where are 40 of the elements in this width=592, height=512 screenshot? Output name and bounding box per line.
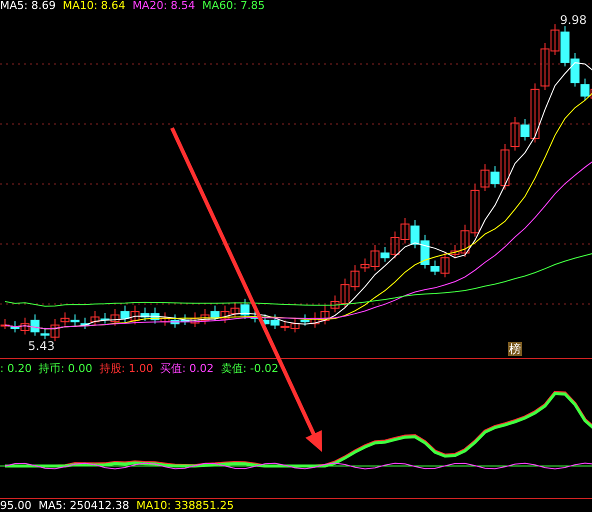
indicator-legend-text: 卖值: -0.02: [220, 362, 278, 375]
volume-legend-text: MA5: 250412.38: [38, 500, 130, 512]
candlestick: [70, 314, 80, 326]
candlestick: [220, 305, 230, 324]
candlestick: [160, 312, 170, 326]
candlestick: [80, 317, 90, 330]
candlestick: [170, 314, 180, 328]
volume-legend-text: MA10: 338851.25: [136, 500, 234, 512]
candlestick: [180, 314, 190, 326]
candlestick: [410, 220, 420, 249]
ma-legend-text: MA5: 8.69: [0, 0, 56, 12]
high-price-label: 9.98: [560, 14, 587, 27]
candlestick: [400, 218, 410, 244]
candlestick: [90, 310, 100, 326]
candlestick: [230, 302, 240, 318]
volume-legend-text: 95.00: [0, 500, 32, 512]
candlestick: [140, 307, 150, 322]
candlestick: [0, 318, 10, 330]
rank-badge: 榜: [508, 342, 522, 356]
indicator-legend-text: : 0.20: [0, 362, 32, 375]
indicator-legend-text: 买值: 0.02: [160, 362, 214, 375]
candlestick: [300, 314, 310, 326]
candlestick: [190, 312, 200, 328]
candlestick: [280, 320, 290, 332]
candlestick: [210, 305, 220, 322]
low-price-label: 5.43: [28, 340, 55, 353]
ma-legend-text: MA10: 8.64: [62, 0, 126, 12]
candlestick: [270, 314, 280, 330]
ma-legend-text: MA20: 8.54: [132, 0, 196, 12]
candlestick: [290, 317, 300, 333]
candlestick: [320, 305, 330, 325]
candlestick: [150, 307, 160, 324]
candlestick: [310, 312, 320, 328]
indicator-legend-text: 持币: 0.00: [38, 362, 92, 375]
indicator-legend-text: 持股: 1.00: [99, 362, 154, 375]
candlestick: [560, 26, 570, 67]
candlestick: [120, 305, 130, 323]
candlestick: [200, 308, 210, 325]
ma-legend-text: MA60: 7.85: [202, 0, 265, 12]
candlestick: [130, 305, 140, 325]
